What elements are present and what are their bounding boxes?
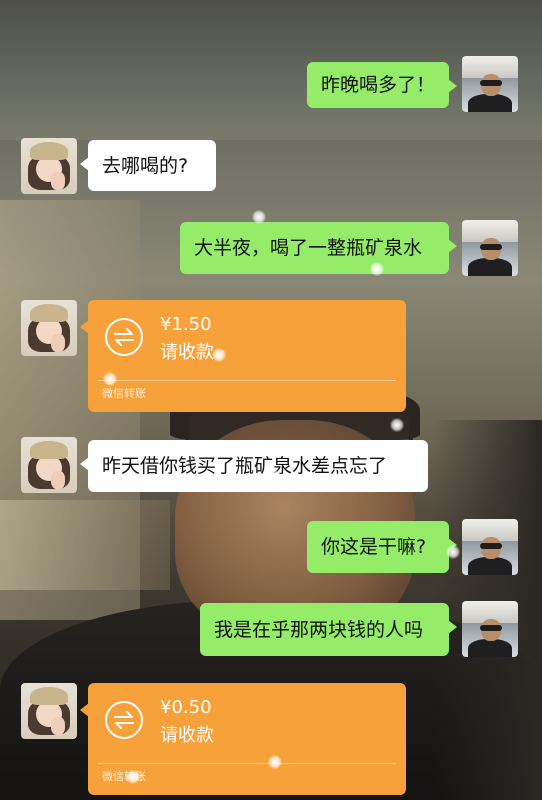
background-ceiling xyxy=(0,0,542,140)
transfer-arrows-icon xyxy=(105,318,143,356)
transfer-status: 请收款 xyxy=(160,725,214,746)
message-text: 你这是干嘛? xyxy=(321,536,427,558)
sparkle-dot xyxy=(268,470,282,484)
sparkle-dot xyxy=(103,372,117,386)
avatar-self[interactable] xyxy=(462,519,518,575)
sparkle-dot xyxy=(446,545,460,559)
chat-screen: 昨晚喝多了！ 去哪喝的? 大半夜，喝了一整瓶矿泉水 ¥1.50 请收款 微信转账 xyxy=(0,0,542,800)
transfer-divider xyxy=(98,763,396,764)
avatar-contact[interactable] xyxy=(21,138,77,194)
transfer-status: 请收款 xyxy=(160,342,214,363)
message-bubble-outgoing[interactable]: 我是在乎那两块钱的人吗 xyxy=(200,603,457,656)
transfer-arrows-icon xyxy=(105,701,143,739)
avatar-self[interactable] xyxy=(462,56,518,112)
transfer-divider xyxy=(98,380,396,381)
sparkle-dot xyxy=(252,210,266,224)
message-text: 我是在乎那两块钱的人吗 xyxy=(214,618,424,641)
sparkle-dot xyxy=(212,348,226,362)
message-bubble-outgoing[interactable]: 大半夜，喝了一整瓶矿泉水 xyxy=(180,222,457,274)
background-shelf xyxy=(0,500,170,590)
message-bubble-outgoing[interactable]: 你这是干嘛? xyxy=(307,521,457,573)
sparkle-dot xyxy=(126,770,140,784)
transfer-amount: ¥1.50 xyxy=(160,314,212,335)
transfer-card[interactable]: ¥1.50 请收款 微信转账 xyxy=(80,300,406,412)
avatar-contact[interactable] xyxy=(21,683,77,739)
message-text: 大半夜，喝了一整瓶矿泉水 xyxy=(194,237,423,259)
message-bubble-outgoing[interactable]: 昨晚喝多了！ xyxy=(307,62,457,108)
transfer-amount: ¥0.50 xyxy=(160,697,212,718)
message-text: 昨天借你钱买了瓶矿泉水差点忘了 xyxy=(102,455,388,477)
message-bubble-incoming[interactable]: 昨天借你钱买了瓶矿泉水差点忘了 xyxy=(80,440,428,492)
sparkle-dot xyxy=(370,262,384,276)
sparkle-dot xyxy=(390,418,404,432)
avatar-contact[interactable] xyxy=(21,437,77,493)
sparkle-dot xyxy=(268,755,282,769)
message-text: 去哪喝的? xyxy=(102,154,189,177)
avatar-self[interactable] xyxy=(462,601,518,657)
message-bubble-incoming[interactable]: 去哪喝的? xyxy=(80,140,216,191)
transfer-footer: 微信转账 xyxy=(102,387,146,400)
avatar-contact[interactable] xyxy=(21,300,77,356)
message-text: 昨晚喝多了！ xyxy=(321,74,436,96)
avatar-self[interactable] xyxy=(462,220,518,276)
